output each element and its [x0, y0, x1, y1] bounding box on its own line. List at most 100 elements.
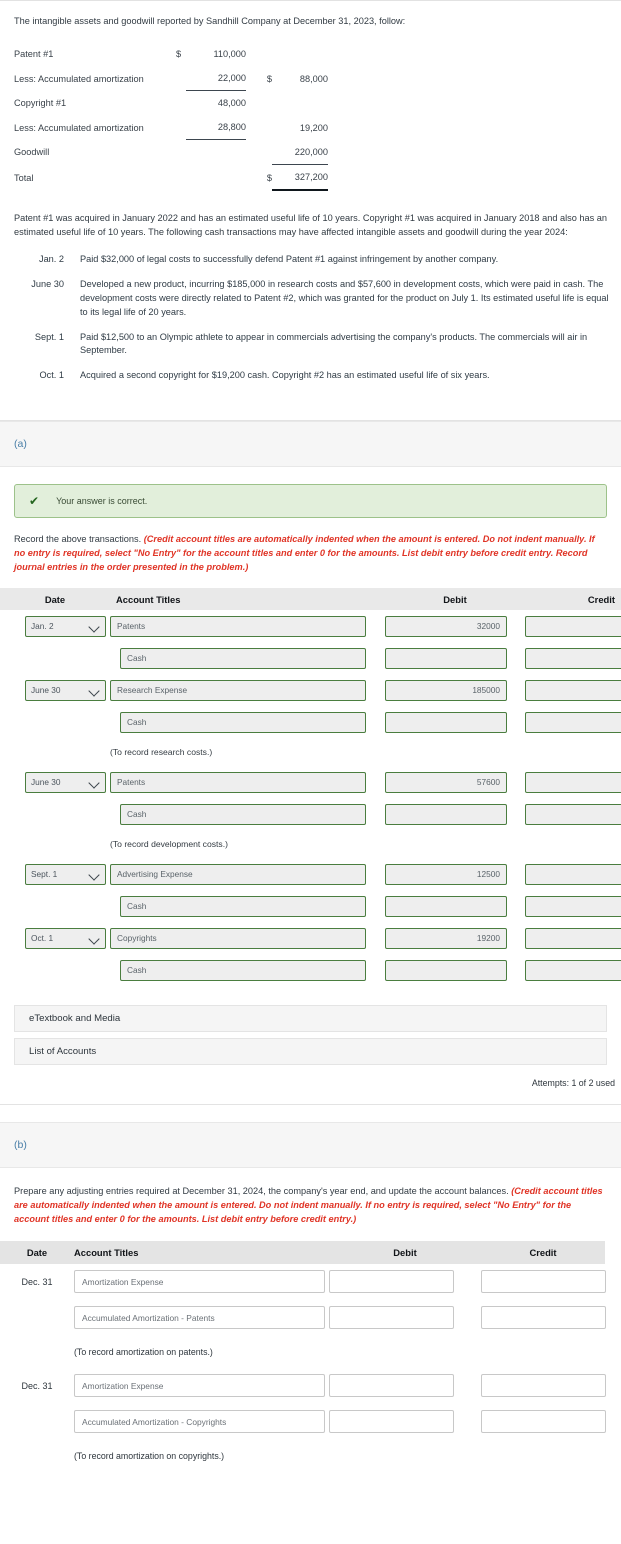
credit-cell	[525, 959, 621, 981]
account-cell: Accumulated Amortization - Patents	[74, 1306, 329, 1330]
instruction-plain: Prepare any adjusting entries required a…	[14, 1186, 512, 1197]
account-input[interactable]: Copyrights	[110, 927, 366, 949]
credit-input[interactable]	[525, 711, 621, 733]
credit-input[interactable]	[525, 679, 621, 701]
credit-input[interactable]	[525, 647, 621, 669]
journal-entry-row: June 30 Patents 57600	[0, 766, 621, 798]
debit-input[interactable]	[385, 895, 507, 917]
account-input[interactable]: Patents	[110, 771, 366, 793]
currency-symbol	[172, 91, 186, 116]
journal-entry-row: Cash	[0, 954, 621, 986]
transaction-description: Paid $32,000 of legal costs to successfu…	[80, 254, 499, 265]
journal-entry-row: Cash	[0, 706, 621, 738]
date-select-sept-1[interactable]: Sept. 1	[25, 863, 106, 885]
chevron-down-icon	[89, 869, 100, 880]
credit-input[interactable]	[481, 1270, 606, 1294]
account-input[interactable]: Advertising Expense	[110, 863, 366, 885]
account-input[interactable]: Cash	[120, 895, 366, 917]
journal-entry-row: Cash	[0, 642, 621, 674]
account-input-value: Copyrights	[117, 933, 157, 944]
debit-input-value: 19200	[476, 933, 500, 944]
debit-input[interactable]	[385, 959, 507, 981]
debit-input-value: 12500	[476, 869, 500, 880]
date-select-june-30-b[interactable]: June 30	[25, 771, 106, 793]
transaction-date: June 30	[31, 279, 64, 290]
debit-input[interactable]	[385, 711, 507, 733]
account-input[interactable]: Cash	[120, 803, 366, 825]
amount-col2	[272, 42, 328, 66]
date-label: Dec. 31	[21, 1380, 53, 1391]
memo-text: (To record amortization on copyrights.)	[74, 1450, 225, 1461]
debit-input[interactable]: 185000	[385, 679, 507, 701]
credit-input[interactable]	[481, 1410, 606, 1434]
attempts-status: Attempts: 1 of 2 used	[531, 1078, 615, 1089]
account-input[interactable]: Accumulated Amortization - Patents	[74, 1306, 325, 1330]
section-a-label: (a)	[14, 437, 27, 450]
status-banner-text: Your answer is correct.	[56, 495, 148, 506]
currency-symbol	[172, 140, 186, 165]
debit-cell	[329, 1410, 481, 1434]
list-of-accounts-button[interactable]: List of Accounts	[14, 1038, 607, 1066]
credit-cell	[481, 1270, 606, 1294]
date-cell: June 30	[0, 679, 110, 701]
amount-col1	[186, 164, 246, 190]
credit-input[interactable]	[525, 803, 621, 825]
currency-symbol-2: $	[266, 172, 272, 183]
currency-symbol: $	[176, 49, 182, 60]
debit-input[interactable]	[329, 1374, 454, 1398]
date-select-oct-1[interactable]: Oct. 1	[25, 927, 106, 949]
credit-cell	[525, 927, 621, 949]
date-select-june-30-a[interactable]: June 30	[25, 679, 106, 701]
chevron-down-icon	[89, 933, 100, 944]
section-a-instructions: Record the above transactions. (Credit a…	[0, 518, 621, 574]
amount-col2: 88,000	[299, 73, 328, 84]
account-input[interactable]: Amortization Expense	[74, 1270, 325, 1294]
credit-input[interactable]	[481, 1306, 606, 1330]
account-input-value: Patents	[117, 777, 146, 788]
account-input[interactable]: Cash	[120, 647, 366, 669]
account-input[interactable]: Amortization Expense	[74, 1374, 325, 1398]
account-cell: Research Expense	[110, 679, 385, 701]
date-select-jan-2[interactable]: Jan. 2	[25, 615, 106, 637]
credit-input[interactable]	[525, 895, 621, 917]
account-input-value: Accumulated Amortization - Copyrights	[82, 1416, 227, 1427]
amount-col2: 220,000	[272, 139, 328, 165]
account-input[interactable]: Research Expense	[110, 679, 366, 701]
memo-text: (To record development costs.)	[110, 839, 228, 850]
account-cell: Cash	[110, 711, 385, 733]
journal-memo-row: (To record research costs.)	[0, 738, 621, 766]
credit-input[interactable]	[481, 1374, 606, 1398]
account-input[interactable]: Accumulated Amortization - Copyrights	[74, 1410, 325, 1434]
debit-input[interactable]: 19200	[385, 927, 507, 949]
account-input-value: Patents	[117, 621, 146, 632]
debit-input[interactable]	[385, 803, 507, 825]
currency-symbol-2	[246, 140, 272, 165]
etextbook-and-media-button[interactable]: eTextbook and Media	[14, 1005, 607, 1033]
table-row: Goodwill 220,000	[0, 139, 328, 165]
debit-input[interactable]: 57600	[385, 771, 507, 793]
table-row: Less: Accumulated amortization 22,000 $ …	[0, 66, 328, 92]
debit-input[interactable]	[385, 647, 507, 669]
debit-input[interactable]: 32000	[385, 615, 507, 637]
debit-cell	[385, 647, 525, 669]
debit-cell	[329, 1270, 481, 1294]
debit-input[interactable]: 12500	[385, 863, 507, 885]
credit-input[interactable]	[525, 771, 621, 793]
debit-input[interactable]	[329, 1410, 454, 1434]
transaction-list: Jan. 2 Paid $32,000 of legal costs to su…	[0, 253, 621, 383]
transaction-description: Developed a new product, incurring $185,…	[80, 279, 609, 317]
account-input[interactable]: Cash	[120, 711, 366, 733]
credit-input[interactable]	[525, 959, 621, 981]
credit-input[interactable]	[525, 927, 621, 949]
account-input[interactable]: Cash	[120, 959, 366, 981]
credit-cell	[525, 679, 621, 701]
credit-cell	[525, 647, 621, 669]
account-input[interactable]: Patents	[110, 615, 366, 637]
debit-input[interactable]	[329, 1270, 454, 1294]
credit-input[interactable]	[525, 863, 621, 885]
date-label: Dec. 31	[21, 1276, 53, 1287]
account-input-value: Accumulated Amortization - Patents	[82, 1312, 215, 1323]
credit-input[interactable]	[525, 615, 621, 637]
section-b-label: (b)	[14, 1139, 27, 1152]
debit-input[interactable]	[329, 1306, 454, 1330]
